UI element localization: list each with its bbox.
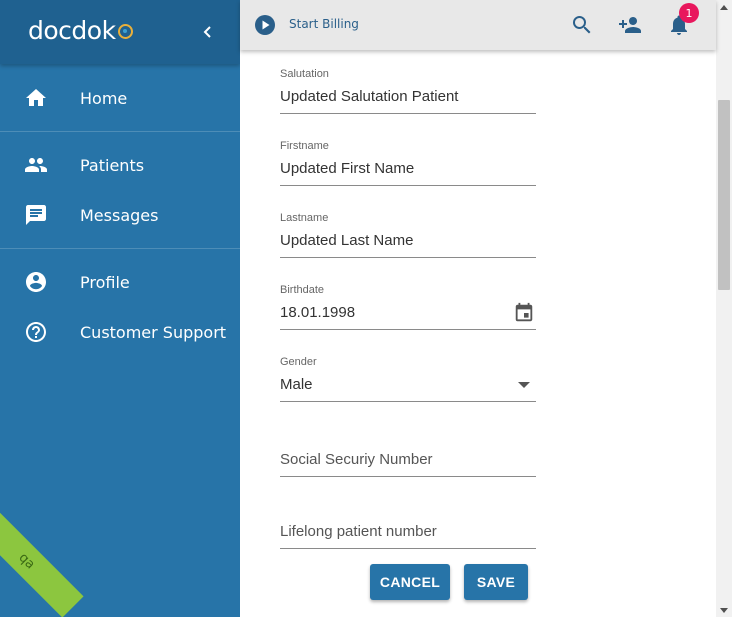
scroll-down-arrow-icon	[720, 607, 728, 613]
salutation-input[interactable]: Updated Salutation Patient	[280, 85, 536, 109]
start-billing-link[interactable]: Start Billing	[289, 17, 359, 31]
sidebar-divider	[0, 248, 240, 249]
lastname-input[interactable]: Updated Last Name	[280, 229, 536, 253]
ssn-input[interactable]: Social Securiy Number	[280, 448, 536, 472]
notification-badge: 1	[679, 3, 699, 23]
field-underline	[280, 329, 536, 330]
birthdate-label: Birthdate	[280, 284, 325, 296]
sidebar: docdok Home Patients Messages Profile Cu…	[0, 0, 240, 617]
arrow-drop-down-icon	[518, 382, 530, 388]
salutation-label: Salutation	[280, 68, 329, 80]
firstname-input[interactable]: Updated First Name	[280, 157, 536, 181]
chevron-left-icon	[203, 26, 211, 38]
people-icon	[25, 158, 47, 172]
home-icon	[26, 89, 46, 106]
top-bar: Start Billing 1	[240, 0, 716, 50]
environment-ribbon: qa	[0, 504, 84, 617]
sidebar-item-profile[interactable]: Profile	[0, 257, 240, 307]
gender-select[interactable]: Male	[280, 373, 536, 397]
calendar-icon	[515, 302, 533, 322]
sidebar-item-label: Profile	[80, 272, 130, 292]
ssn-field[interactable]: Social Securiy Number	[280, 448, 536, 477]
scroll-up-button[interactable]	[716, 0, 732, 14]
help-circle-icon	[26, 322, 46, 342]
sidebar-divider	[0, 131, 240, 132]
environment-label: qa	[15, 549, 39, 573]
birthdate-field[interactable]: Birthdate 18.01.1998	[280, 284, 536, 330]
calendar-button[interactable]	[512, 301, 536, 325]
sidebar-item-patients[interactable]: Patients	[0, 140, 240, 190]
brand-dot-icon	[117, 24, 133, 39]
brand-name: docdok	[28, 16, 116, 45]
page-scrollbar[interactable]	[716, 0, 732, 617]
gender-dropdown-button[interactable]	[512, 373, 536, 397]
field-underline	[280, 476, 536, 477]
birthdate-input-wrap[interactable]: 18.01.1998	[280, 301, 536, 325]
sidebar-item-messages[interactable]: Messages	[0, 190, 240, 240]
sidebar-item-customer-support[interactable]: Customer Support	[0, 307, 240, 357]
sidebar-item-label: Patients	[80, 155, 145, 175]
scroll-down-button[interactable]	[716, 603, 732, 617]
add-person-icon[interactable]	[618, 13, 642, 37]
sidebar-item-label: Home	[80, 88, 128, 108]
collapse-sidebar-button[interactable]	[198, 22, 218, 42]
field-underline	[280, 548, 536, 549]
firstname-field[interactable]: Firstname Updated First Name	[280, 140, 536, 186]
search-icon[interactable]	[570, 13, 594, 37]
save-button[interactable]: SAVE	[464, 564, 528, 600]
birthdate-input[interactable]: 18.01.1998	[280, 304, 355, 321]
scrollbar-thumb[interactable]	[718, 100, 730, 290]
lifelong-number-field[interactable]: Lifelong patient number	[280, 520, 536, 549]
scroll-up-arrow-icon	[720, 4, 728, 10]
gender-field[interactable]: Gender Male	[280, 356, 536, 402]
play-circle-icon[interactable]	[254, 14, 276, 36]
field-underline	[280, 401, 536, 402]
salutation-field[interactable]: Salutation Updated Salutation Patient	[280, 68, 536, 114]
field-underline	[280, 185, 536, 186]
brand-logo[interactable]: docdok	[28, 16, 133, 45]
lastname-label: Lastname	[280, 212, 329, 224]
cancel-button[interactable]: CANCEL	[370, 564, 450, 600]
patient-edit-form: Salutation Updated Salutation Patient Fi…	[240, 50, 716, 617]
account-circle-icon	[26, 272, 46, 292]
firstname-label: Firstname	[280, 140, 329, 152]
message-icon	[26, 205, 46, 225]
field-underline	[280, 113, 536, 114]
gender-label: Gender	[280, 356, 317, 368]
lifelong-number-input[interactable]: Lifelong patient number	[280, 520, 536, 544]
lastname-field[interactable]: Lastname Updated Last Name	[280, 212, 536, 258]
gender-selected-value: Male	[280, 376, 313, 393]
field-underline	[280, 257, 536, 258]
sidebar-item-home[interactable]: Home	[0, 73, 240, 123]
sidebar-header: docdok	[0, 0, 240, 64]
sidebar-item-label: Customer Support	[80, 322, 227, 342]
sidebar-item-label: Messages	[80, 205, 159, 225]
